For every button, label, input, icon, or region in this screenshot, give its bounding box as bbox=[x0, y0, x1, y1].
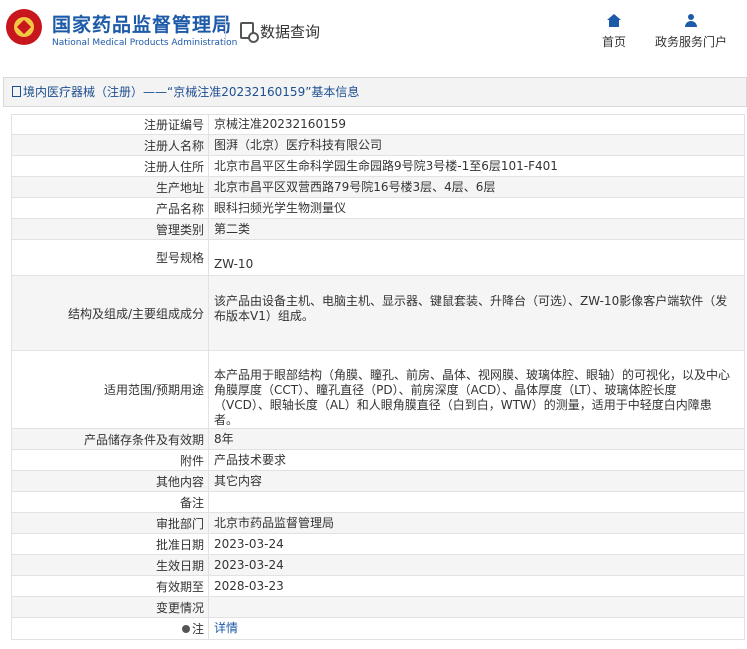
row-value bbox=[208, 596, 745, 618]
emblem-logo bbox=[6, 9, 42, 45]
header-divider bbox=[225, 16, 226, 46]
row-value: ZW-10 bbox=[208, 239, 745, 276]
nav-home[interactable]: 首页 bbox=[598, 14, 630, 50]
table-row: 有效期至 2028-03-23 bbox=[11, 575, 745, 597]
table-row: 注 详情 bbox=[11, 617, 745, 640]
table-row: 审批部门 北京市药品监督管理局 bbox=[11, 512, 745, 534]
row-label: 注册人名称 bbox=[11, 134, 209, 156]
table-row: 生产地址 北京市昌平区双营西路79号院16号楼3层、4层、6层 bbox=[11, 176, 745, 198]
row-value: 第二类 bbox=[208, 218, 745, 240]
nav-service-label: 政务服务门户 bbox=[654, 35, 727, 49]
row-value: 8年 bbox=[208, 428, 745, 450]
breadcrumb: 境内医疗器械（注册）——“京械注准20232160159”基本信息 bbox=[3, 77, 747, 107]
row-value bbox=[208, 491, 745, 513]
row-value: 眼科扫频光学生物测量仪 bbox=[208, 197, 745, 219]
row-label: 注册人住所 bbox=[11, 155, 209, 177]
document-icon bbox=[12, 86, 21, 97]
row-label: 注册证编号 bbox=[11, 114, 209, 135]
row-label: 其他内容 bbox=[11, 470, 209, 492]
row-label: 变更情况 bbox=[11, 596, 209, 618]
row-value: 本产品用于眼部结构（角膜、瞳孔、前房、晶体、视网膜、玻璃体腔、眼轴）的可视化，以… bbox=[208, 350, 745, 429]
row-label: 生效日期 bbox=[11, 554, 209, 576]
row-label: 产品名称 bbox=[11, 197, 209, 219]
row-label: 有效期至 bbox=[11, 575, 209, 597]
org-name-en: National Medical Products Administration bbox=[52, 38, 238, 48]
table-row: 其他内容 其它内容 bbox=[11, 470, 745, 492]
nav-service-portal[interactable]: 政务服务门户 bbox=[652, 14, 730, 50]
table-row: 产品储存条件及有效期 8年 bbox=[11, 428, 745, 450]
table-row: 注册证编号 京械注准20232160159 bbox=[11, 114, 745, 135]
row-label: 审批部门 bbox=[11, 512, 209, 534]
data-query-icon[interactable] bbox=[240, 22, 259, 43]
table-row: 产品名称 眼科扫频光学生物测量仪 bbox=[11, 197, 745, 219]
table-row: 生效日期 2023-03-24 bbox=[11, 554, 745, 576]
table-row: 附件 产品技术要求 bbox=[11, 449, 745, 471]
row-label: 备注 bbox=[11, 491, 209, 513]
table-row: 变更情况 bbox=[11, 596, 745, 618]
row-label: 型号规格 bbox=[11, 239, 209, 276]
row-value: 2023-03-24 bbox=[208, 533, 745, 555]
row-label: 附件 bbox=[11, 449, 209, 471]
row-value: 该产品由设备主机、电脑主机、显示器、键鼠套装、升降台（可选）、ZW-10影像客户… bbox=[208, 275, 745, 351]
row-value: 北京市昌平区生命科学园生命园路9号院3号楼-1至6层101-F401 bbox=[208, 155, 745, 177]
note-label-cell: 注 bbox=[11, 617, 209, 640]
home-icon bbox=[607, 14, 621, 28]
note-value-cell: 详情 bbox=[208, 617, 745, 640]
site-header: 国家药品监督管理局 National Medical Products Admi… bbox=[0, 0, 747, 66]
table-row: 型号规格 ZW-10 bbox=[11, 239, 745, 276]
row-value: 产品技术要求 bbox=[208, 449, 745, 471]
breadcrumb-text: 境内医疗器械（注册）——“京械注准20232160159”基本信息 bbox=[23, 85, 360, 99]
row-label: 批准日期 bbox=[11, 533, 209, 555]
row-value: 北京市昌平区双营西路79号院16号楼3层、4层、6层 bbox=[208, 176, 745, 198]
table-row: 适用范围/预期用途 本产品用于眼部结构（角膜、瞳孔、前房、晶体、视网膜、玻璃体腔、… bbox=[11, 350, 745, 429]
org-name-cn: 国家药品监督管理局 bbox=[52, 14, 233, 36]
table-row: 批准日期 2023-03-24 bbox=[11, 533, 745, 555]
table-row: 管理类别 第二类 bbox=[11, 218, 745, 240]
row-label: 管理类别 bbox=[11, 218, 209, 240]
row-value: 其它内容 bbox=[208, 470, 745, 492]
table-row: 备注 bbox=[11, 491, 745, 513]
note-label: 注 bbox=[191, 622, 204, 636]
data-query-label[interactable]: 数据查询 bbox=[260, 21, 320, 42]
row-label: 生产地址 bbox=[11, 176, 209, 198]
row-value: 2023-03-24 bbox=[208, 554, 745, 576]
nav-home-label: 首页 bbox=[601, 35, 626, 49]
row-value: 图湃（北京）医疗科技有限公司 bbox=[208, 134, 745, 156]
row-label: 产品储存条件及有效期 bbox=[11, 428, 209, 450]
row-value: 京械注准20232160159 bbox=[208, 114, 745, 135]
row-value: 2028-03-23 bbox=[208, 575, 745, 597]
pin-icon bbox=[181, 625, 190, 633]
detail-link[interactable]: 详情 bbox=[214, 621, 238, 635]
table-row: 结构及组成/主要组成成分 该产品由设备主机、电脑主机、显示器、键鼠套装、升降台（可… bbox=[11, 275, 745, 351]
user-icon bbox=[684, 14, 698, 28]
table-row: 注册人名称 图湃（北京）医疗科技有限公司 bbox=[11, 134, 745, 156]
row-label: 适用范围/预期用途 bbox=[11, 350, 209, 429]
row-label: 结构及组成/主要组成成分 bbox=[11, 275, 209, 351]
row-value: 北京市药品监督管理局 bbox=[208, 512, 745, 534]
info-table: 注册证编号 京械注准20232160159 注册人名称 图湃（北京）医疗科技有限公司… bbox=[11, 114, 745, 640]
table-row: 注册人住所 北京市昌平区生命科学园生命园路9号院3号楼-1至6层101-F401 bbox=[11, 155, 745, 177]
